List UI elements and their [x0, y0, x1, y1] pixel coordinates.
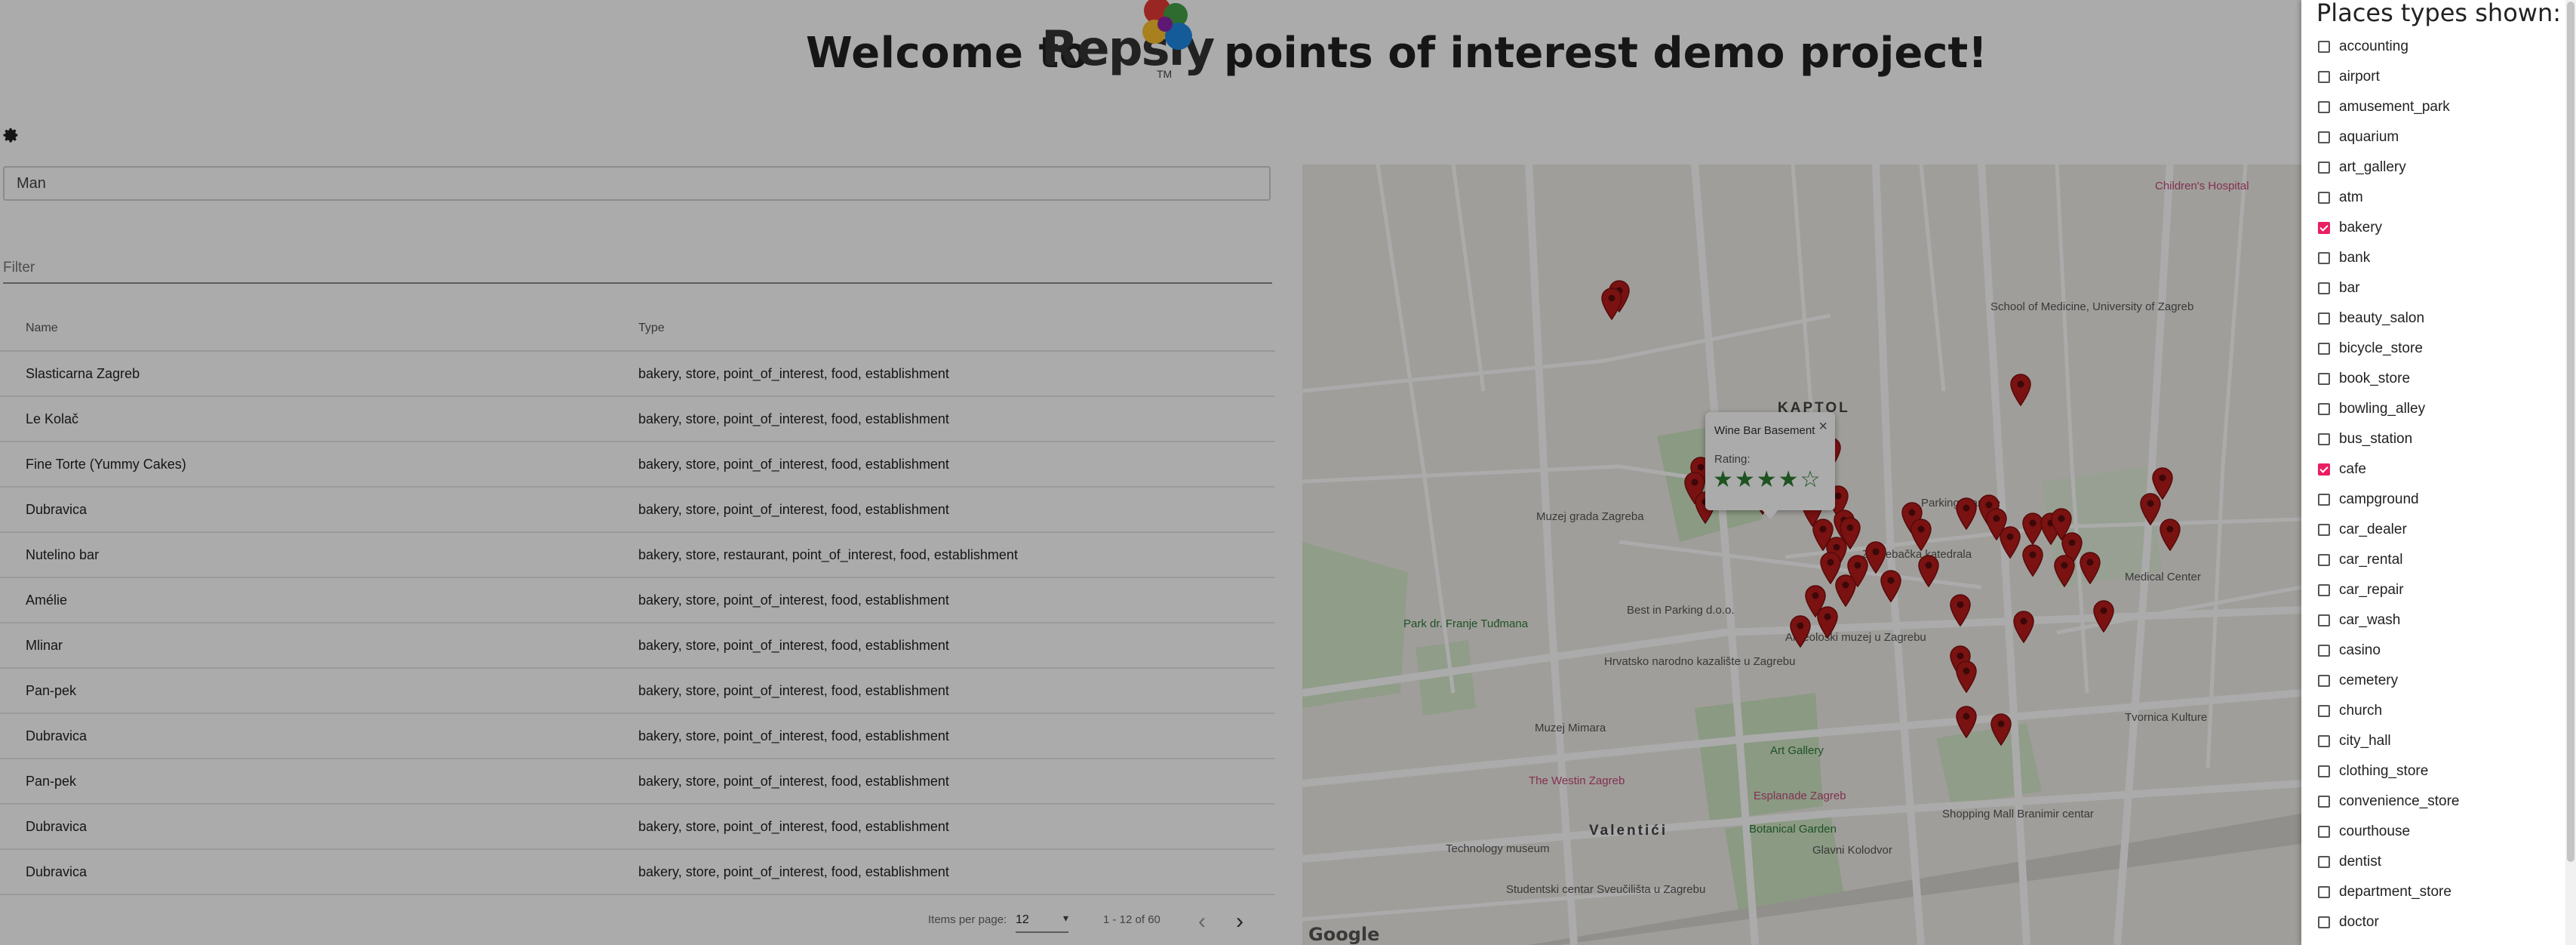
place-type-item[interactable]: clothing_store	[2316, 761, 2543, 791]
place-type-label: accounting	[2339, 38, 2408, 54]
place-type-item[interactable]: accounting	[2316, 36, 2543, 66]
checkbox[interactable]	[2318, 192, 2330, 204]
checkbox[interactable]	[2318, 614, 2330, 626]
place-type-item[interactable]: city_hall	[2316, 731, 2543, 761]
place-type-item[interactable]: book_store	[2316, 368, 2543, 399]
checkbox[interactable]	[2318, 735, 2330, 747]
place-type-label: bus_station	[2339, 431, 2413, 447]
place-type-item[interactable]: courthouse	[2316, 821, 2543, 851]
place-type-item[interactable]: bicycle_store	[2316, 338, 2543, 368]
place-type-item[interactable]: bakery	[2316, 217, 2543, 248]
place-type-label: car_repair	[2339, 582, 2404, 598]
place-type-label: church	[2339, 703, 2383, 719]
place-type-label: bakery	[2339, 220, 2383, 235]
place-type-item[interactable]: cafe	[2316, 459, 2543, 489]
place-type-label: book_store	[2339, 371, 2411, 386]
checkbox[interactable]	[2318, 252, 2330, 264]
place-type-item[interactable]: bank	[2316, 248, 2543, 278]
place-type-item[interactable]: bowling_alley	[2316, 399, 2543, 429]
checkbox[interactable]	[2318, 71, 2330, 83]
checkbox[interactable]	[2318, 463, 2330, 476]
checkbox[interactable]	[2318, 916, 2330, 928]
checkbox[interactable]	[2318, 705, 2330, 717]
place-types-panel: Places types shown: accounting airport amu…	[2301, 0, 2576, 945]
place-type-label: bowling_alley	[2339, 401, 2426, 417]
checkbox[interactable]	[2318, 554, 2330, 566]
place-type-item[interactable]: car_rental	[2316, 549, 2543, 580]
checkbox[interactable]	[2318, 524, 2330, 536]
checkbox[interactable]	[2318, 856, 2330, 868]
checkbox[interactable]	[2318, 131, 2330, 143]
modal-backdrop[interactable]	[0, 0, 2301, 945]
place-type-item[interactable]: art_gallery	[2316, 157, 2543, 187]
checkbox[interactable]	[2318, 826, 2330, 838]
place-type-label: cafe	[2339, 461, 2366, 477]
checkbox[interactable]	[2318, 494, 2330, 506]
place-type-label: art_gallery	[2339, 159, 2406, 175]
place-type-item[interactable]: bar	[2316, 278, 2543, 308]
place-type-item[interactable]: bus_station	[2316, 429, 2543, 459]
place-type-item[interactable]: casino	[2316, 640, 2543, 670]
scrollbar-thumb[interactable]	[2567, 2, 2574, 862]
place-type-label: campground	[2339, 491, 2419, 507]
place-type-label: bicycle_store	[2339, 340, 2423, 356]
place-type-label: amusement_park	[2339, 99, 2450, 115]
checkbox[interactable]	[2318, 796, 2330, 808]
place-type-label: car_dealer	[2339, 522, 2407, 537]
place-type-label: bar	[2339, 280, 2360, 296]
place-type-label: car_rental	[2339, 552, 2403, 568]
checkbox[interactable]	[2318, 343, 2330, 355]
checkbox[interactable]	[2318, 675, 2330, 687]
checkbox[interactable]	[2318, 312, 2330, 325]
checkbox[interactable]	[2318, 886, 2330, 898]
place-type-label: beauty_salon	[2339, 310, 2425, 326]
place-type-item[interactable]: airport	[2316, 66, 2543, 97]
place-type-item[interactable]: car_dealer	[2316, 519, 2543, 549]
checkbox[interactable]	[2318, 403, 2330, 415]
place-type-item[interactable]: dentist	[2316, 851, 2543, 882]
place-type-label: clothing_store	[2339, 763, 2429, 779]
place-type-label: bank	[2339, 250, 2371, 266]
place-type-item[interactable]: aquarium	[2316, 127, 2543, 157]
checkbox[interactable]	[2318, 282, 2330, 294]
place-type-item[interactable]: amusement_park	[2316, 97, 2543, 127]
place-type-list: accounting airport amusement_park aquarium a…	[2316, 36, 2543, 942]
place-type-label: department_store	[2339, 884, 2452, 900]
checkbox[interactable]	[2318, 222, 2330, 234]
checkbox[interactable]	[2318, 645, 2330, 657]
place-type-item[interactable]: church	[2316, 700, 2543, 731]
place-type-item[interactable]: beauty_salon	[2316, 308, 2543, 338]
place-type-label: car_wash	[2339, 612, 2401, 628]
scrollbar[interactable]	[2565, 0, 2576, 945]
checkbox[interactable]	[2318, 765, 2330, 777]
checkbox[interactable]	[2318, 41, 2330, 53]
place-type-item[interactable]: convenience_store	[2316, 791, 2543, 821]
place-type-label: city_hall	[2339, 733, 2391, 749]
place-type-item[interactable]: cemetery	[2316, 670, 2543, 700]
checkbox[interactable]	[2318, 373, 2330, 385]
place-type-item[interactable]: campground	[2316, 489, 2543, 519]
place-type-label: casino	[2339, 642, 2381, 658]
place-type-label: dentist	[2339, 854, 2381, 870]
panel-title: Places types shown:	[2316, 0, 2562, 27]
checkbox[interactable]	[2318, 433, 2330, 445]
place-type-label: cemetery	[2339, 673, 2399, 688]
place-type-item[interactable]: atm	[2316, 187, 2543, 217]
checkbox[interactable]	[2318, 162, 2330, 174]
checkbox[interactable]	[2318, 101, 2330, 113]
place-type-item[interactable]: department_store	[2316, 882, 2543, 912]
checkbox[interactable]	[2318, 584, 2330, 596]
place-type-label: doctor	[2339, 914, 2379, 930]
place-type-label: aquarium	[2339, 129, 2399, 145]
place-type-label: convenience_store	[2339, 793, 2460, 809]
place-type-item[interactable]: doctor	[2316, 912, 2543, 942]
place-type-label: atm	[2339, 189, 2363, 205]
place-type-item[interactable]: car_wash	[2316, 610, 2543, 640]
place-type-label: airport	[2339, 69, 2380, 85]
place-type-item[interactable]: car_repair	[2316, 580, 2543, 610]
place-type-label: courthouse	[2339, 823, 2411, 839]
